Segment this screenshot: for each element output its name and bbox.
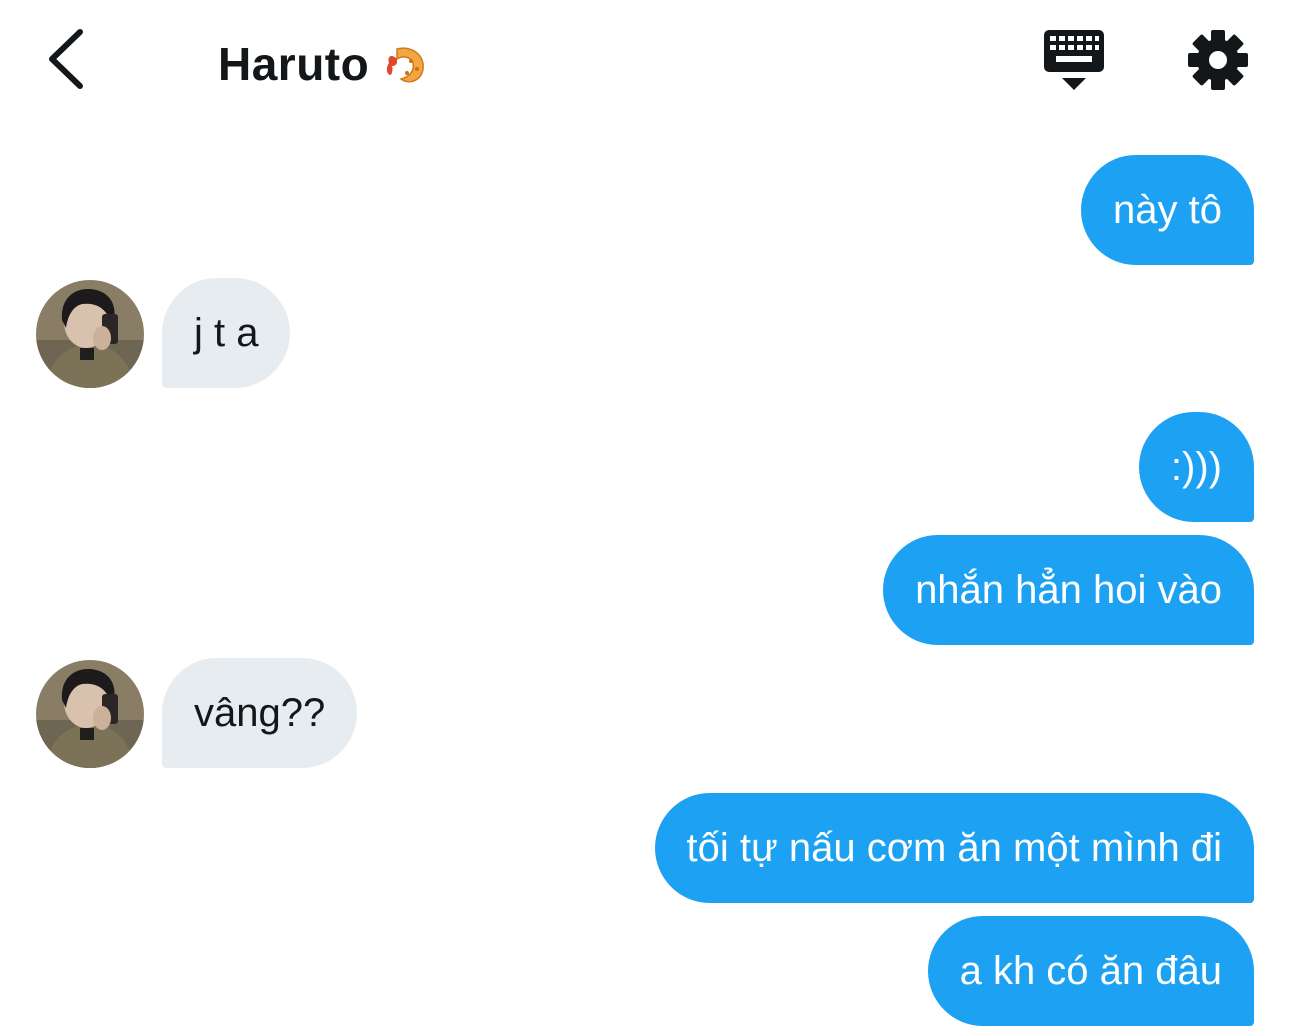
fried-shrimp-icon — [381, 39, 431, 89]
chat-header: Haruto — [0, 0, 1290, 125]
message-bubble-incoming[interactable]: j t a — [162, 278, 291, 388]
message-bubble-incoming[interactable]: vâng?? — [162, 658, 358, 768]
avatar[interactable] — [36, 280, 144, 388]
avatar[interactable] — [36, 660, 144, 768]
message-bubble-outgoing[interactable]: tối tự nấu cơm ăn một mình đi — [654, 793, 1254, 903]
message-bubble-outgoing[interactable]: này tô — [1081, 155, 1254, 265]
settings-button[interactable] — [1186, 28, 1250, 92]
conversation-title[interactable]: Haruto — [218, 34, 431, 94]
chevron-left-icon — [49, 29, 83, 89]
hide-keyboard-button[interactable] — [1040, 28, 1108, 94]
message-bubble-outgoing[interactable]: a kh có ăn đâu — [927, 916, 1254, 1026]
back-button[interactable] — [38, 24, 98, 94]
keyboard-hide-icon — [1044, 30, 1104, 90]
gear-icon — [1188, 30, 1248, 90]
contact-name: Haruto — [218, 38, 370, 90]
message-bubble-outgoing[interactable]: :))) — [1138, 412, 1254, 522]
message-bubble-outgoing[interactable]: nhắn hẳn hoi vào — [883, 535, 1254, 645]
